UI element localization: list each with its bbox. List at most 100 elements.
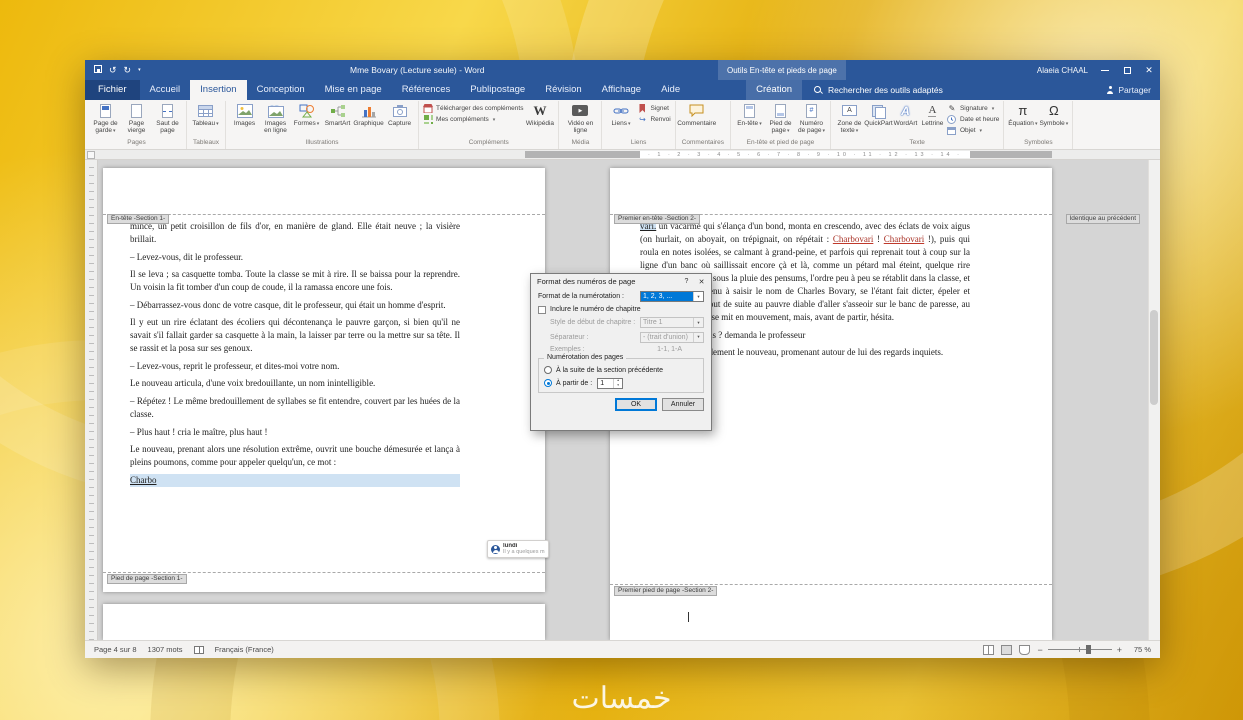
spinner-up-icon[interactable]: ▴ (617, 378, 619, 383)
shapes-icon (297, 102, 317, 119)
tab-aide[interactable]: Aide (651, 80, 690, 100)
scrollbar-thumb[interactable] (1150, 310, 1158, 405)
tab-stop-selector[interactable] (87, 151, 95, 159)
object-button[interactable]: Objet ▾ (947, 126, 999, 135)
include-chapter-checkbox[interactable]: Inclure le numéro de chapitre (538, 305, 704, 314)
tab-mise-en-page[interactable]: Mise en page (315, 80, 392, 100)
page-break-button[interactable]: Saut de page (153, 102, 182, 135)
tab-publipostage[interactable]: Publipostage (460, 80, 535, 100)
close-button[interactable]: ✕ (1138, 60, 1160, 80)
share-button[interactable]: Partager (1106, 80, 1151, 100)
zoom-slider[interactable] (1047, 645, 1112, 654)
comment-button[interactable]: Commentaire (677, 102, 716, 127)
cross-reference-button[interactable]: ↪ Renvoi (637, 115, 671, 124)
language-indicator[interactable]: Français (France) (215, 645, 274, 654)
ok-button[interactable]: OK (615, 397, 657, 411)
save-icon[interactable] (94, 65, 102, 75)
date-time-button[interactable]: Date et heure (947, 115, 999, 124)
chevron-down-icon: ▾ (991, 105, 995, 112)
group-label: Tableaux (193, 139, 220, 146)
zoom-slider-thumb[interactable] (1085, 645, 1091, 654)
equation-button[interactable]: π Équation▾ (1008, 102, 1037, 128)
chevron-down-icon[interactable]: ▾ (138, 67, 141, 73)
zoom-percentage[interactable]: 75 % (1129, 645, 1151, 654)
text-cursor (688, 612, 689, 622)
dialog-title-bar[interactable]: Format des numéros de page ? ✕ (531, 274, 711, 289)
spinner-down-icon[interactable]: ▾ (617, 383, 619, 388)
chevron-down-icon: ▾ (316, 121, 320, 127)
word-count[interactable]: 1307 mots (148, 645, 183, 654)
chapter-style-select: Titre 1 ▾ (640, 317, 704, 328)
vertical-ruler[interactable] (85, 160, 98, 640)
separator-select: - (trait d'union) ▾ (640, 331, 704, 343)
table-button[interactable]: Tableau▾ (191, 102, 220, 128)
wikipedia-button[interactable]: W Wikipédia (525, 102, 554, 128)
tell-me-search[interactable]: Rechercher des outils adaptés (814, 80, 943, 100)
screenshot-button[interactable]: Capture (385, 102, 414, 127)
web-layout-icon[interactable] (1019, 644, 1031, 655)
start-at-spinner[interactable]: 1 ▴ ▾ (597, 377, 624, 389)
bookmark-button[interactable]: Signet (637, 104, 670, 113)
header-button[interactable]: En-tête▾ (735, 102, 764, 128)
comment-card[interactable]: lundi Il y a quelques minutes (487, 540, 549, 558)
redo-icon[interactable]: ↻ (124, 65, 132, 75)
zoom-in-button[interactable]: + (1117, 645, 1122, 655)
tab-creation-contextual[interactable]: Création (746, 80, 803, 100)
my-addins-button[interactable]: Mes compléments ▾ (423, 115, 523, 124)
object-icon (947, 126, 957, 135)
text-box-button[interactable]: A Zone de texte▾ (835, 102, 864, 135)
tab-fichier[interactable]: Fichier (85, 80, 140, 100)
page-number-button[interactable]: # Numéro de page▾ (797, 102, 826, 135)
minimize-button[interactable] (1094, 60, 1116, 80)
footer-button[interactable]: Pied de page▾ (766, 102, 795, 135)
ribbon-group-entete-pied: En-tête▾ Pied de page▾ # Numéro de page▾… (731, 101, 831, 149)
print-layout-icon[interactable] (1001, 644, 1013, 655)
shapes-button[interactable]: Formes▾ (292, 102, 321, 128)
dialog-help-button[interactable]: ? (679, 275, 694, 288)
blank-page-button[interactable]: Page vierge (122, 102, 151, 135)
pictures-button[interactable]: Images (230, 102, 259, 127)
get-addins-button[interactable]: Télécharger des compléments (423, 104, 523, 113)
drop-cap-button[interactable]: A Lettrine (920, 102, 945, 127)
wordart-button[interactable]: A WordArt (893, 102, 918, 128)
proofing-icon[interactable] (193, 645, 204, 654)
group-label: Symboles (1024, 139, 1053, 146)
zoom-out-button[interactable]: − (1037, 645, 1042, 655)
read-mode-icon[interactable] (983, 644, 995, 655)
continue-from-previous-radio[interactable]: À la suite de la section précédente (544, 366, 698, 374)
horizontal-ruler[interactable]: · 1 · 2 · 3 · 4 · 5 · 6 · 7 · 8 · 9 · 10… (85, 150, 1160, 160)
cancel-button[interactable]: Annuler (662, 397, 704, 411)
online-video-button[interactable]: ▶ Vidéo en ligne (563, 102, 597, 135)
chart-button[interactable]: Graphique (353, 102, 384, 127)
chevron-down-icon[interactable]: ▾ (693, 292, 703, 301)
tab-revision[interactable]: Révision (535, 80, 591, 100)
tab-conception[interactable]: Conception (247, 80, 315, 100)
document-page-6-partial[interactable] (103, 604, 545, 640)
account-name[interactable]: Alaeia CHAAL (1037, 66, 1088, 75)
undo-icon[interactable]: ↺ (109, 65, 117, 75)
link-button[interactable]: Liens▾ (606, 102, 635, 128)
vertical-scrollbar[interactable] (1148, 160, 1160, 640)
button-label: Capture (387, 120, 412, 127)
symbol-button[interactable]: Ω Symbole▾ (1039, 102, 1068, 128)
tab-accueil[interactable]: Accueil (140, 80, 191, 100)
cover-page-button[interactable]: Page de garde▾ (91, 102, 120, 135)
window-controls: ✕ (1094, 60, 1160, 80)
radio-icon (544, 366, 552, 374)
document-page-4[interactable]: En-tête -Section 1- mince, un petit croi… (103, 168, 545, 592)
tab-insertion[interactable]: Insertion (190, 80, 247, 100)
tab-references[interactable]: Références (392, 80, 461, 100)
quick-parts-button[interactable]: QuickPart (864, 102, 893, 127)
number-format-select[interactable]: 1, 2, 3, ... ▾ (640, 291, 704, 302)
footer-section-tag: Pied de page -Section 1- (107, 574, 187, 584)
tab-affichage[interactable]: Affichage (592, 80, 651, 100)
dialog-close-button[interactable]: ✕ (694, 275, 709, 288)
signature-line-button[interactable]: ✎ Signature ▾ (947, 104, 999, 113)
page-body-text[interactable]: mince, un petit croisillon de fils d'or,… (130, 220, 460, 491)
online-pictures-button[interactable]: Images en ligne (261, 102, 290, 135)
chapter-style-label: Style de début de chapitre : (550, 319, 636, 326)
smartart-button[interactable]: SmartArt (323, 102, 352, 127)
page-indicator[interactable]: Page 4 sur 8 (94, 645, 137, 654)
restore-button[interactable] (1116, 60, 1138, 80)
start-at-radio[interactable]: À partir de : 1 ▴ ▾ (544, 377, 698, 389)
